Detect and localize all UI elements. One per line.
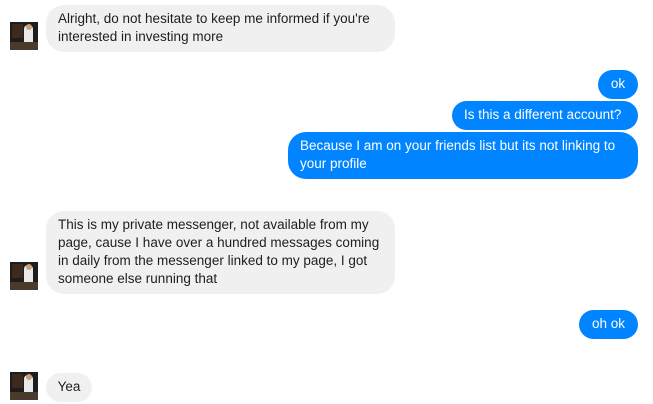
contact-avatar-icon[interactable] <box>10 22 38 50</box>
chat-thread: Alright, do not hesitate to keep me info… <box>0 0 653 404</box>
incoming-message[interactable]: This is my private messenger, not availa… <box>46 211 395 294</box>
outgoing-message[interactable]: ok <box>598 70 638 99</box>
incoming-message[interactable]: Yea <box>46 373 92 402</box>
outgoing-message[interactable]: oh ok <box>579 310 638 339</box>
outgoing-message[interactable]: Is this a different account? <box>452 101 638 130</box>
contact-avatar-icon[interactable] <box>10 372 38 400</box>
outgoing-message[interactable]: Because I am on your friends list but it… <box>288 132 638 179</box>
contact-avatar-icon[interactable] <box>10 262 38 290</box>
incoming-message[interactable]: Alright, do not hesitate to keep me info… <box>46 5 395 52</box>
